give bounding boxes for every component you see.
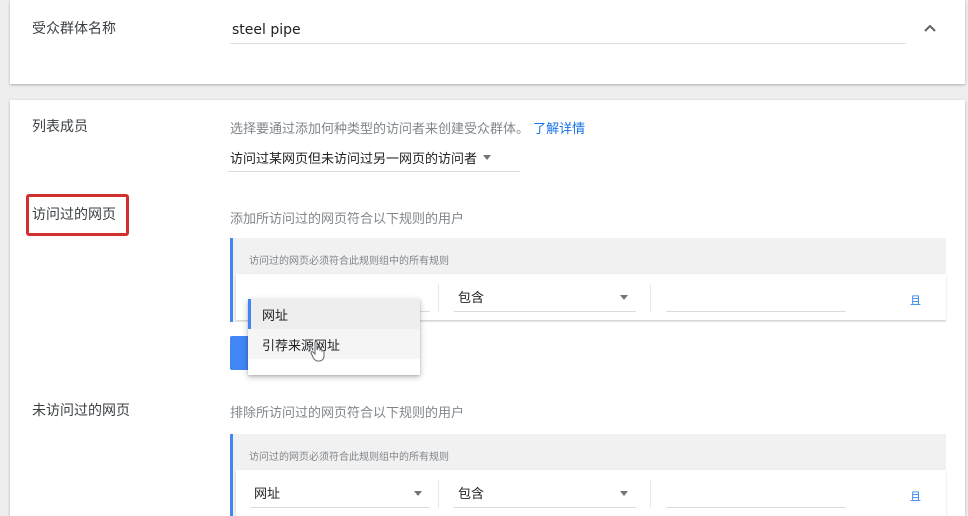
dropdown-caret-icon	[620, 491, 628, 496]
dropdown-caret-icon	[414, 491, 422, 496]
field-dropdown-menu: 网址 引荐来源网址	[248, 299, 420, 375]
not-visited-field-select[interactable]: 网址	[250, 478, 430, 508]
visited-pages-label: 访问过的网页	[32, 207, 116, 223]
audience-name-label: 受众群体名称	[32, 21, 116, 37]
not-visited-and-label[interactable]: 且	[910, 488, 921, 504]
chevron-up-icon	[924, 24, 936, 32]
audience-settings-card: 列表成员 选择要通过添加何种类型的访问者来创建受众群体。 了解详情 访问过某网页…	[10, 100, 965, 516]
list-members-description: 选择要通过添加何种类型的访问者来创建受众群体。 了解详情	[230, 118, 585, 137]
not-visited-operator-select[interactable]: 包含	[454, 478, 636, 508]
divider	[438, 480, 439, 508]
member-type-dropdown[interactable]: 访问过某网页但未访问过另一网页的访问者	[228, 144, 520, 172]
visited-and-label[interactable]: 且	[910, 292, 921, 308]
not-visited-value-input[interactable]	[666, 478, 846, 508]
member-type-value: 访问过某网页但未访问过另一网页的访问者	[230, 152, 478, 167]
not-visited-field-value: 网址	[254, 487, 281, 502]
not-visited-pages-label: 未访问过的网页	[32, 403, 130, 419]
learn-more-link[interactable]: 了解详情	[533, 122, 585, 137]
visited-value-input[interactable]	[666, 282, 846, 312]
visited-rule-group-heading: 访问过的网页必须符合此规则组中的所有规则	[249, 256, 449, 267]
audience-name-input[interactable]	[230, 16, 906, 44]
visited-operator-value: 包含	[458, 291, 485, 306]
divider	[438, 284, 439, 312]
not-visited-operator-value: 包含	[458, 487, 485, 502]
audience-name-card: 受众群体名称	[10, 0, 965, 84]
not-visited-pages-description: 排除所访问过的网页符合以下规则的用户	[230, 406, 465, 421]
dropdown-caret-icon	[483, 155, 492, 160]
menu-item-referrer-url[interactable]: 引荐来源网址	[248, 329, 420, 359]
not-visited-rule-row: 网址 包含 且	[236, 470, 946, 516]
menu-item-url[interactable]: 网址	[248, 299, 420, 329]
divider	[650, 480, 651, 508]
visited-pages-description: 添加所访问过的网页符合以下规则的用户	[230, 212, 465, 227]
list-members-label: 列表成员	[32, 119, 88, 135]
hand-cursor-icon	[310, 341, 325, 362]
collapse-button[interactable]	[918, 16, 942, 40]
list-members-description-text: 选择要通过添加何种类型的访问者来创建受众群体。	[230, 122, 530, 137]
not-visited-rule-group: 访问过的网页必须符合此规则组中的所有规则 网址 包含 且	[230, 434, 946, 516]
dropdown-caret-icon	[620, 295, 628, 300]
visited-operator-select[interactable]: 包含	[454, 282, 636, 312]
not-visited-rule-group-heading: 访问过的网页必须符合此规则组中的所有规则	[249, 452, 449, 463]
divider	[650, 284, 651, 312]
